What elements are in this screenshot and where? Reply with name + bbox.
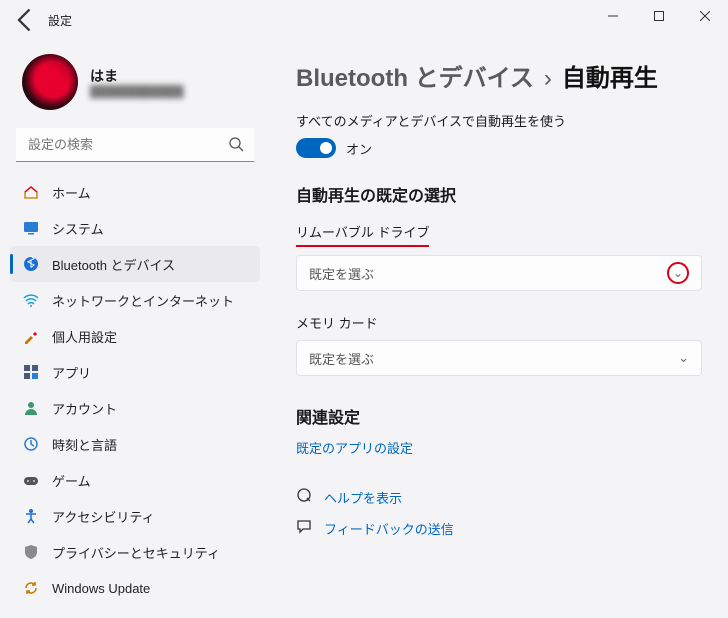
sidebar-item-gaming[interactable]: ゲーム: [10, 462, 260, 498]
breadcrumb-parent[interactable]: Bluetooth とデバイス: [296, 58, 534, 93]
sidebar-item-system[interactable]: システム: [10, 210, 260, 246]
accounts-icon: [22, 399, 40, 417]
sidebar-item-time-language[interactable]: 時刻と言語: [10, 426, 260, 462]
user-block[interactable]: はま ████████████: [10, 46, 260, 122]
user-subtext: ████████████: [90, 86, 184, 98]
help-link: ヘルプを表示: [324, 488, 402, 507]
autoplay-toggle[interactable]: [296, 138, 336, 158]
accessibility-icon: [22, 507, 40, 525]
windows-update-icon: [22, 579, 40, 597]
field-label: リムーバブル ドライブ: [296, 222, 429, 247]
sidebar-item-privacy[interactable]: プライバシーとセキュリティ: [10, 534, 260, 570]
system-icon: [22, 219, 40, 237]
breadcrumb: Bluetooth とデバイス › 自動再生: [296, 58, 702, 93]
sidebar-item-windows-update[interactable]: Windows Update: [10, 570, 260, 606]
sidebar-item-label: Bluetooth とデバイス: [52, 255, 175, 274]
toggle-row: オン: [296, 138, 702, 158]
time-language-icon: [22, 435, 40, 453]
sidebar-item-accessibility[interactable]: アクセシビリティ: [10, 498, 260, 534]
feedback-icon: [296, 518, 314, 539]
sidebar-item-personalization[interactable]: 個人用設定: [10, 318, 260, 354]
bluetooth-icon: [22, 255, 40, 273]
apps-icon: [22, 363, 40, 381]
chevron-down-icon: ⌄: [673, 266, 683, 280]
help-link-row[interactable]: ヘルプを表示: [296, 487, 702, 508]
sidebar-item-label: ゲーム: [52, 471, 91, 490]
field-memory-card: メモリ カード 既定を選ぶ ⌄: [296, 313, 702, 376]
chevron-right-icon: ›: [544, 65, 552, 93]
network-icon: [22, 291, 40, 309]
maximize-button[interactable]: [636, 0, 682, 32]
sidebar-item-accounts[interactable]: アカウント: [10, 390, 260, 426]
user-name: はま: [90, 66, 184, 86]
feedback-link-row[interactable]: フィードバックの送信: [296, 518, 702, 539]
home-icon: [22, 183, 40, 201]
toggle-description: すべてのメディアとデバイスで自動再生を使う: [296, 111, 702, 130]
content-area: Bluetooth とデバイス › 自動再生 すべてのメディアとデバイスで自動再…: [270, 40, 728, 618]
minimize-button[interactable]: [590, 0, 636, 32]
settings-window: 設定 はま ████████████: [0, 0, 728, 618]
related-heading: 関連設定: [296, 404, 702, 428]
back-button[interactable]: [12, 6, 40, 34]
avatar: [22, 54, 78, 110]
privacy-icon: [22, 543, 40, 561]
select-value: 既定を選ぶ: [309, 349, 374, 368]
memory-card-select[interactable]: 既定を選ぶ ⌄: [296, 340, 702, 376]
close-button[interactable]: [682, 0, 728, 32]
search-icon: [228, 136, 244, 157]
sidebar-item-label: ネットワークとインターネット: [52, 291, 234, 310]
removable-drive-select[interactable]: 既定を選ぶ ⌄: [296, 255, 702, 291]
window-title: 設定: [48, 12, 72, 29]
sidebar-item-label: 時刻と言語: [52, 435, 117, 454]
sidebar-item-label: アカウント: [52, 399, 117, 418]
sidebar-item-label: システム: [52, 219, 104, 238]
nav-list: ホーム システム Bluetooth とデバイス ネットワークとインターネット …: [10, 174, 260, 606]
chevron-down-icon: ⌄: [678, 350, 689, 366]
default-apps-link[interactable]: 既定のアプリの設定: [296, 438, 702, 457]
sidebar-item-label: アクセシビリティ: [52, 507, 155, 526]
personalization-icon: [22, 327, 40, 345]
arrow-left-icon: [12, 6, 40, 34]
sidebar-item-bluetooth[interactable]: Bluetooth とデバイス: [10, 246, 260, 282]
search-input[interactable]: [16, 128, 254, 162]
help-icon: [296, 487, 314, 508]
defaults-heading: 自動再生の既定の選択: [296, 182, 702, 206]
gaming-icon: [22, 471, 40, 489]
breadcrumb-current: 自動再生: [562, 58, 658, 93]
select-value: 既定を選ぶ: [309, 264, 374, 283]
sidebar-item-label: 個人用設定: [52, 327, 117, 346]
sidebar-item-label: Windows Update: [52, 581, 150, 596]
sidebar-item-label: ホーム: [52, 183, 91, 202]
sidebar-item-apps[interactable]: アプリ: [10, 354, 260, 390]
search-box[interactable]: [16, 128, 254, 162]
titlebar: 設定: [0, 0, 728, 40]
field-label: メモリ カード: [296, 313, 378, 332]
sidebar-item-network[interactable]: ネットワークとインターネット: [10, 282, 260, 318]
toggle-state-label: オン: [346, 139, 372, 158]
field-removable-drive: リムーバブル ドライブ 既定を選ぶ ⌄: [296, 222, 702, 291]
feedback-link: フィードバックの送信: [324, 519, 454, 538]
highlight-circle-annotation: ⌄: [667, 262, 689, 284]
window-controls: [590, 0, 728, 32]
sidebar-item-label: アプリ: [52, 363, 91, 382]
sidebar: はま ████████████ ホーム システム: [0, 40, 270, 618]
sidebar-item-home[interactable]: ホーム: [10, 174, 260, 210]
sidebar-item-label: プライバシーとセキュリティ: [52, 543, 220, 562]
